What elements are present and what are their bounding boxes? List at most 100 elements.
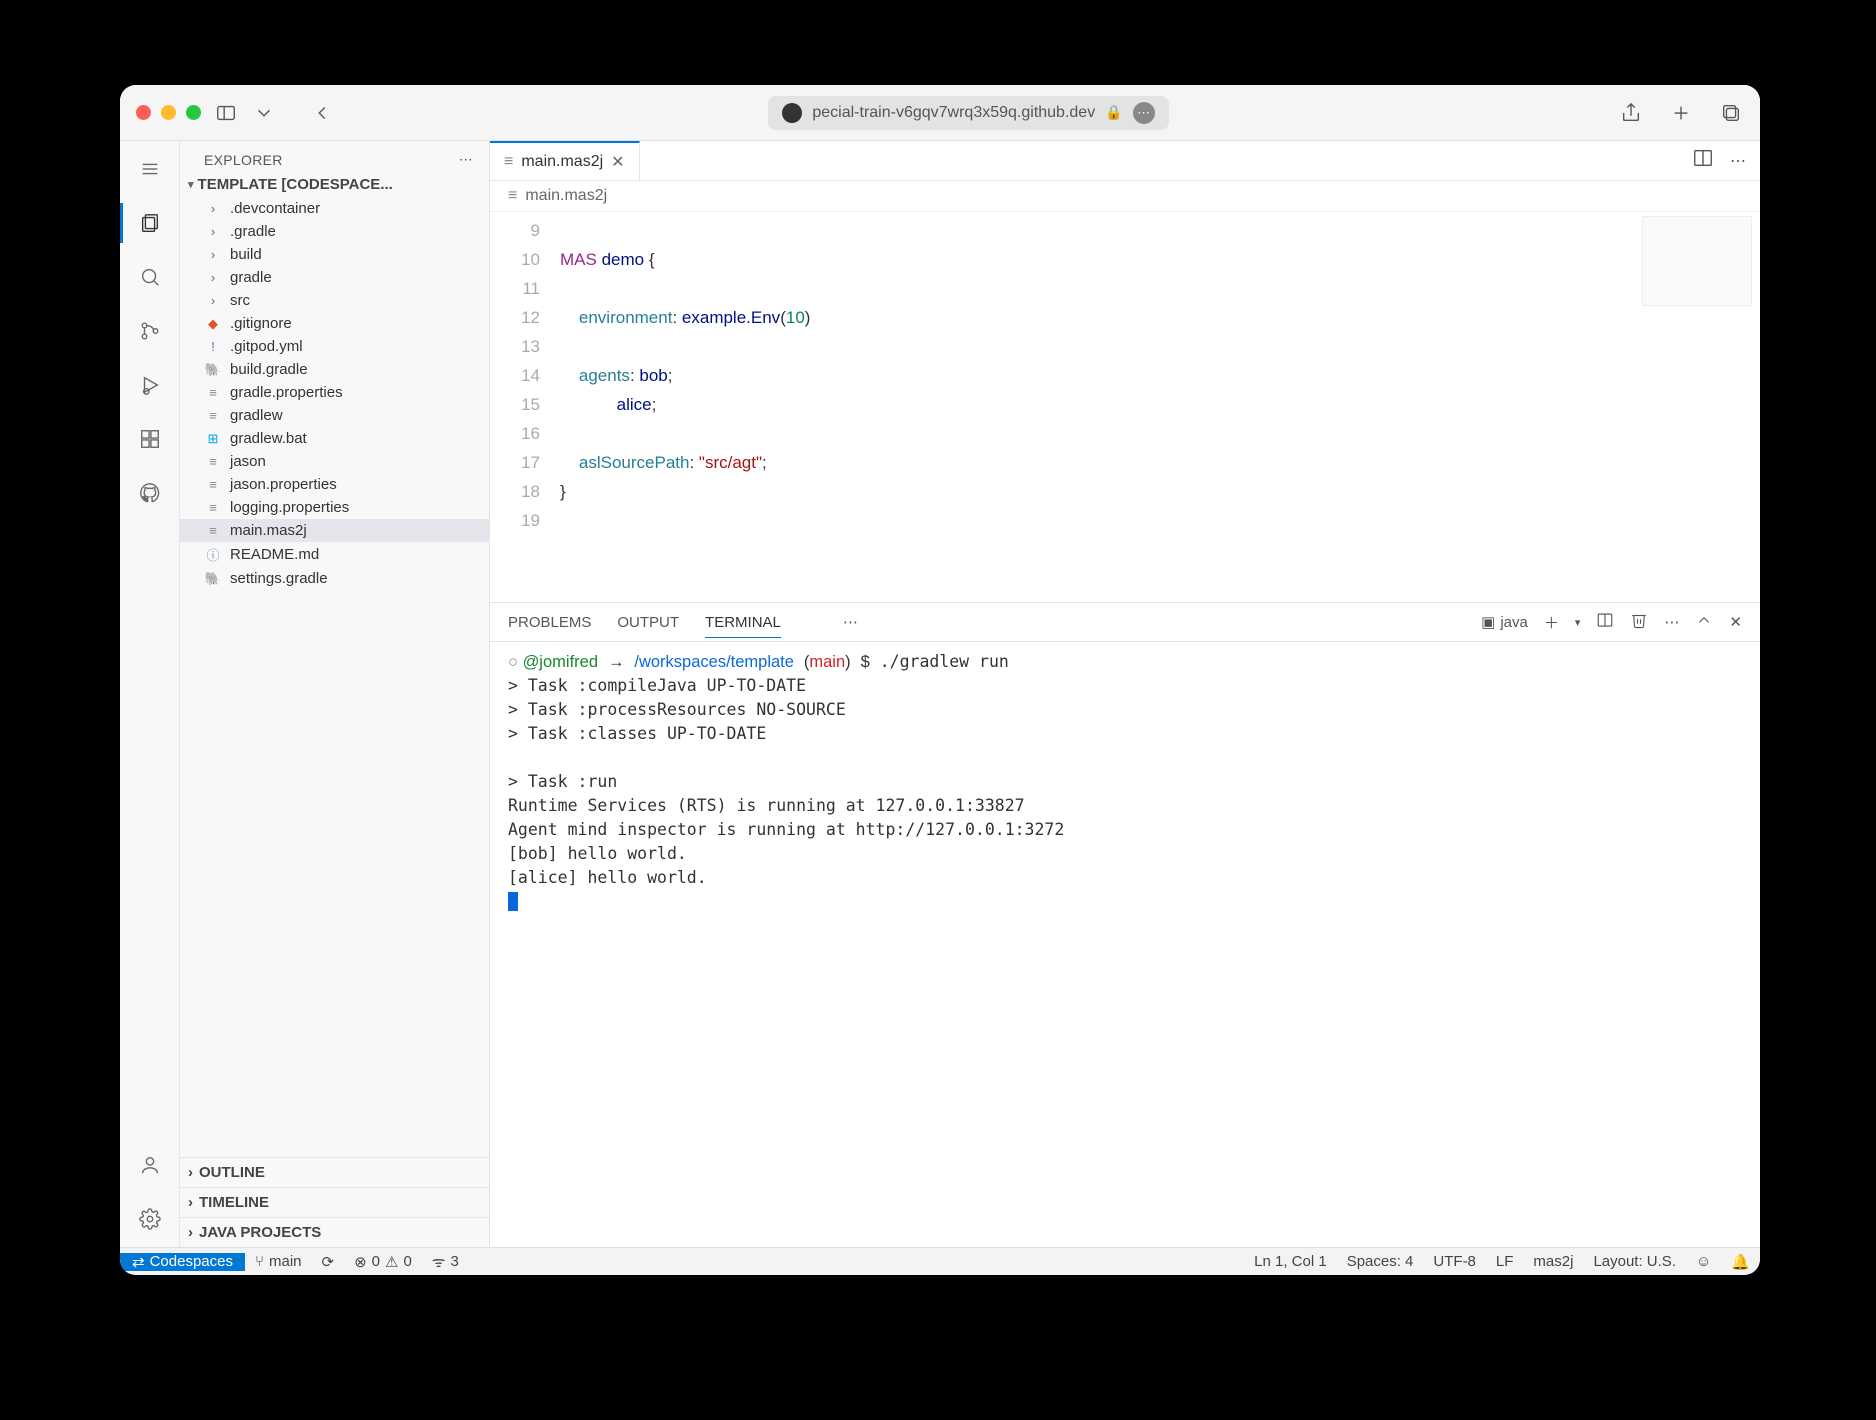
new-tab-icon[interactable]	[1668, 100, 1694, 126]
ports-status[interactable]: ᯤ3	[422, 1252, 469, 1272]
url-bar[interactable]: pecial-train-v6gqv7wrq3x59q.github.dev 🔒…	[768, 96, 1168, 130]
back-icon[interactable]	[309, 100, 335, 126]
chevron-right-icon: ›	[188, 1194, 193, 1211]
tab-main-mas2j[interactable]: ≡ main.mas2j ✕	[490, 141, 640, 180]
file-icon: 🐘	[204, 571, 222, 587]
new-terminal-icon[interactable]: ＋	[1544, 612, 1559, 633]
sidebar-toggle-icon[interactable]	[213, 100, 239, 126]
split-terminal-icon[interactable]	[1596, 611, 1614, 633]
menu-icon[interactable]	[134, 153, 166, 185]
account-icon[interactable]	[134, 1149, 166, 1181]
file-icon: ≡	[504, 153, 513, 171]
file-icon: ⓘ	[204, 545, 222, 564]
file-tree: ›.devcontainer›.gradle›build›gradle›src◆…	[180, 197, 489, 1157]
file-icon: ≡	[204, 523, 222, 538]
file-gradlew-bat[interactable]: ⊞gradlew.bat	[180, 427, 489, 450]
minimize-window-button[interactable]	[161, 105, 176, 120]
chevron-down-icon[interactable]	[251, 100, 277, 126]
activity-bar	[120, 141, 180, 1247]
editor-menu-icon[interactable]: ⋯	[1730, 151, 1746, 171]
chevron-right-icon: ›	[204, 270, 222, 285]
file--devcontainer[interactable]: ›.devcontainer	[180, 197, 489, 220]
feedback-icon[interactable]: ☺	[1686, 1253, 1721, 1270]
file--gradle[interactable]: ›.gradle	[180, 220, 489, 243]
panel-menu-icon[interactable]: ⋯	[843, 613, 858, 631]
language-mode[interactable]: mas2j	[1523, 1253, 1583, 1270]
cursor-position[interactable]: Ln 1, Col 1	[1244, 1253, 1337, 1270]
panel-more-icon[interactable]: ⋯	[1664, 613, 1679, 631]
panel-tab-terminal[interactable]: TERMINAL	[705, 614, 781, 638]
maximize-window-button[interactable]	[186, 105, 201, 120]
close-panel-icon[interactable]: ✕	[1729, 613, 1742, 631]
file-README-md[interactable]: ⓘREADME.md	[180, 542, 489, 567]
settings-gear-icon[interactable]	[134, 1203, 166, 1235]
file-icon: ≡	[204, 500, 222, 515]
explorer-icon[interactable]	[134, 207, 166, 239]
trash-icon[interactable]	[1630, 611, 1648, 633]
code-content[interactable]: MAS demo { environment: example.Env(10) …	[550, 212, 1760, 602]
project-root[interactable]: ▾ TEMPLATE [CODESPACE...	[180, 172, 489, 197]
file-icon: ◆	[204, 316, 222, 332]
indentation[interactable]: Spaces: 4	[1337, 1253, 1424, 1270]
chevron-right-icon: ›	[188, 1164, 193, 1181]
site-menu-icon[interactable]: ⋯	[1133, 102, 1155, 124]
terminal-profile[interactable]: ▣java	[1481, 613, 1528, 631]
file-settings-gradle[interactable]: 🐘settings.gradle	[180, 567, 489, 590]
maximize-panel-icon[interactable]	[1695, 611, 1713, 633]
chevron-down-icon: ▾	[188, 178, 194, 191]
vscode-body: EXPLORER ⋯ ▾ TEMPLATE [CODESPACE... ›.de…	[120, 141, 1760, 1247]
browser-titlebar: pecial-train-v6gqv7wrq3x59q.github.dev 🔒…	[120, 85, 1760, 141]
sidebar-menu-icon[interactable]: ⋯	[459, 151, 473, 168]
section-java-projects[interactable]: ›JAVA PROJECTS	[180, 1217, 489, 1247]
chevron-down-icon[interactable]: ▾	[1575, 616, 1581, 629]
sidebar-explorer: EXPLORER ⋯ ▾ TEMPLATE [CODESPACE... ›.de…	[180, 141, 490, 1247]
panel-tabs: PROBLEMS OUTPUT TERMINAL ⋯ ▣java ＋ ▾ ⋯ ✕	[490, 603, 1760, 642]
file-build[interactable]: ›build	[180, 243, 489, 266]
split-editor-icon[interactable]	[1692, 147, 1714, 174]
encoding[interactable]: UTF-8	[1423, 1253, 1486, 1270]
file-jason[interactable]: ≡jason	[180, 450, 489, 473]
terminal-output[interactable]: ○ @jomifred → /workspaces/template (main…	[490, 642, 1760, 952]
source-control-icon[interactable]	[134, 315, 166, 347]
file-src[interactable]: ›src	[180, 289, 489, 312]
file-gradle[interactable]: ›gradle	[180, 266, 489, 289]
notifications-icon[interactable]: 🔔	[1721, 1253, 1760, 1271]
shell-icon: ▣	[1481, 613, 1495, 631]
minimap[interactable]	[1642, 216, 1752, 306]
file--gitpod-yml[interactable]: !.gitpod.yml	[180, 335, 489, 358]
sidebar-header: EXPLORER ⋯	[180, 141, 489, 172]
breadcrumb-file: main.mas2j	[525, 187, 607, 205]
tabs-overview-icon[interactable]	[1718, 100, 1744, 126]
panel-tab-problems[interactable]: PROBLEMS	[508, 614, 591, 637]
problems-status[interactable]: ⊗0 ⚠0	[344, 1253, 422, 1271]
file-build-gradle[interactable]: 🐘build.gradle	[180, 358, 489, 381]
file-logging-properties[interactable]: ≡logging.properties	[180, 496, 489, 519]
browser-window: pecial-train-v6gqv7wrq3x59q.github.dev 🔒…	[120, 85, 1760, 1275]
file-icon: 🐘	[204, 362, 222, 378]
panel-tab-output[interactable]: OUTPUT	[617, 614, 679, 637]
code-editor[interactable]: 910111213141516171819 MAS demo { environ…	[490, 212, 1760, 602]
editor-area: ≡ main.mas2j ✕ ⋯ ≡ main.mas2j 9101112131…	[490, 141, 1760, 1247]
file-gradle-properties[interactable]: ≡gradle.properties	[180, 381, 489, 404]
github-icon[interactable]	[134, 477, 166, 509]
breadcrumb[interactable]: ≡ main.mas2j	[490, 181, 1760, 212]
close-tab-icon[interactable]: ✕	[611, 152, 624, 172]
file-icon: ≡	[204, 408, 222, 423]
section-outline[interactable]: ›OUTLINE	[180, 1157, 489, 1187]
file--gitignore[interactable]: ◆.gitignore	[180, 312, 489, 335]
project-name: TEMPLATE [CODESPACE...	[198, 176, 393, 193]
share-icon[interactable]	[1618, 100, 1644, 126]
keyboard-layout[interactable]: Layout: U.S.	[1583, 1253, 1686, 1270]
file-main-mas2j[interactable]: ≡main.mas2j	[180, 519, 489, 542]
eol[interactable]: LF	[1486, 1253, 1524, 1270]
close-window-button[interactable]	[136, 105, 151, 120]
file-jason-properties[interactable]: ≡jason.properties	[180, 473, 489, 496]
extensions-icon[interactable]	[134, 423, 166, 455]
file-gradlew[interactable]: ≡gradlew	[180, 404, 489, 427]
remote-indicator[interactable]: ⇄ Codespaces	[120, 1253, 245, 1271]
run-debug-icon[interactable]	[134, 369, 166, 401]
sync-icon[interactable]: ⟳	[312, 1253, 345, 1271]
section-timeline[interactable]: ›TIMELINE	[180, 1187, 489, 1217]
search-icon[interactable]	[134, 261, 166, 293]
git-branch[interactable]: ⑂ main	[245, 1253, 312, 1270]
